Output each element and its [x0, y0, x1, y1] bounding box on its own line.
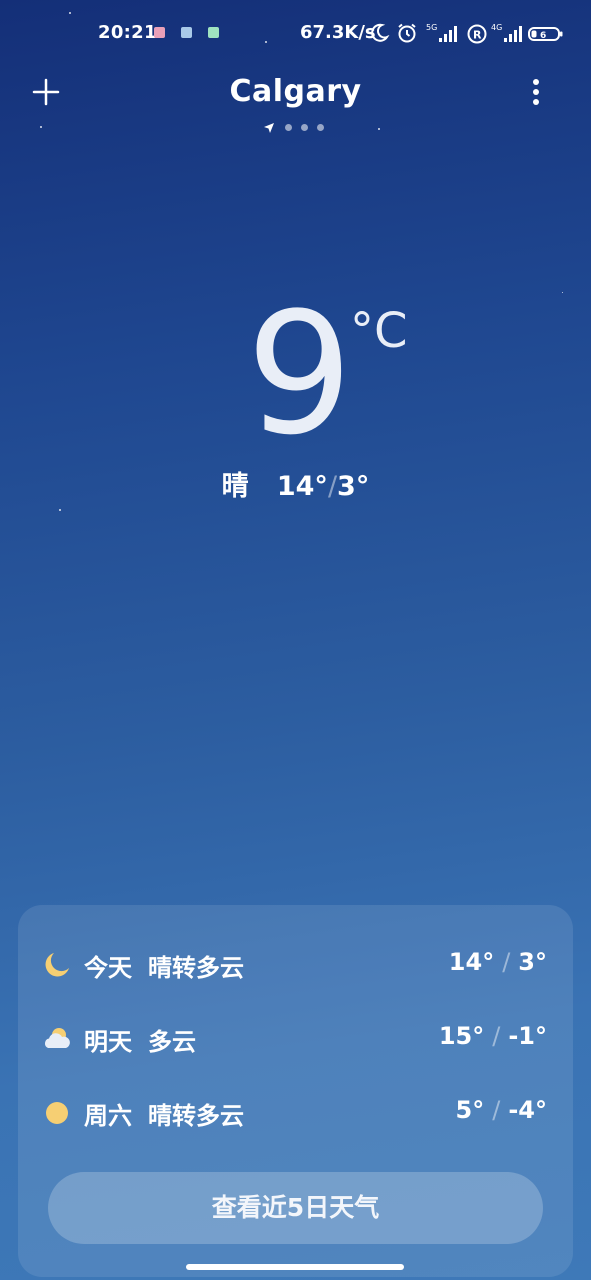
forecast-low: -1°: [508, 1022, 547, 1050]
forecast-condition: 晴转多云: [148, 1102, 244, 1130]
today-low: 3°: [337, 471, 370, 502]
forecast-condition: 多云: [148, 1028, 196, 1056]
today-summary: 晴 14°/3°: [0, 464, 591, 503]
notification-app-icon: [181, 27, 192, 38]
today-high: 14°: [276, 471, 328, 502]
five-day-forecast-button[interactable]: 查看近5日天气: [48, 1172, 543, 1244]
forecast-condition: 晴转多云: [148, 954, 244, 982]
roaming-r-icon: R: [467, 24, 487, 44]
forecast-day: 周六: [84, 1102, 132, 1130]
home-indicator[interactable]: [186, 1264, 404, 1270]
forecast-day: 明天: [84, 1028, 132, 1056]
current-condition: 晴: [221, 471, 249, 502]
forecast-temps: 14°/3°: [448, 948, 547, 976]
moon-icon: [371, 23, 390, 42]
alarm-icon: [398, 23, 416, 43]
forecast-row[interactable]: 今天 晴转多云 14°/3°: [18, 940, 573, 988]
forecast-row[interactable]: 明天 多云 15° / -1°: [18, 1014, 573, 1062]
more-options-button[interactable]: [522, 76, 550, 108]
current-temperature: 9: [246, 276, 353, 472]
network-speed: 67.3K/s: [300, 22, 376, 43]
forecast-temps: 15° / -1°: [438, 1022, 547, 1050]
battery-icon: 6: [528, 27, 563, 41]
cloudy-icon: [44, 1028, 70, 1048]
forecast-low: -4°: [508, 1096, 547, 1124]
svg-text:6: 6: [540, 31, 546, 41]
forecast-card[interactable]: 今天 晴转多云 14°/3° 明天 多云 15° / -1° 周六 晴转多云 5° /…: [18, 905, 573, 1277]
forecast-high: 15°: [438, 1022, 485, 1050]
star-decoration: [59, 509, 61, 511]
page-indicator: [263, 122, 333, 134]
svg-text:R: R: [473, 29, 482, 42]
crescent-moon-icon: [45, 953, 69, 977]
signal-5g-icon: 5G: [426, 23, 457, 42]
forecast-high: 14°: [448, 948, 495, 976]
forecast-temps: 5° / -4°: [455, 1096, 547, 1124]
location-arrow-icon: [264, 123, 274, 133]
forecast-day: 今天: [84, 954, 132, 982]
forecast-low: 3°: [518, 948, 547, 976]
top-bar: Calgary: [0, 66, 591, 136]
svg-text:4G: 4G: [491, 23, 502, 32]
page-dot[interactable]: [317, 124, 324, 131]
temperature-unit: °C: [350, 303, 408, 359]
star-decoration: [562, 292, 563, 293]
svg-text:5G: 5G: [426, 23, 437, 32]
temp-separator: /: [327, 471, 338, 502]
signal-4g-icon: 4G: [491, 23, 522, 42]
page-dot[interactable]: [285, 124, 292, 131]
forecast-row[interactable]: 周六 晴转多云 5° / -4°: [18, 1088, 573, 1136]
page-dot[interactable]: [301, 124, 308, 131]
notification-app-icon: [208, 27, 219, 38]
forecast-high: 5°: [455, 1096, 485, 1124]
status-bar: 20:21 67.3K/s 5G R 4G 6: [0, 0, 591, 66]
city-title: Calgary: [229, 74, 362, 109]
status-time: 20:21: [98, 22, 157, 43]
notification-app-icon: [154, 27, 165, 38]
sun-icon: [46, 1102, 68, 1124]
